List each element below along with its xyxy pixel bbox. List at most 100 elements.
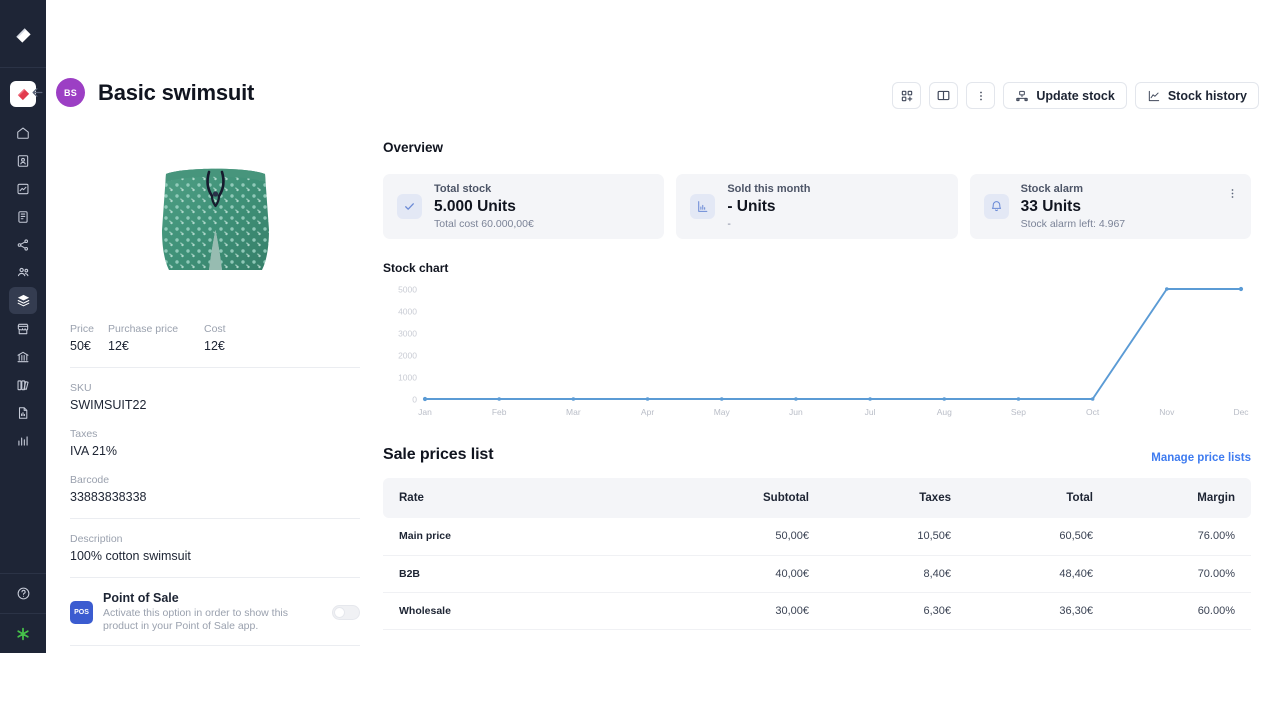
more-options-button[interactable] <box>966 82 996 109</box>
panel-toggle-button[interactable] <box>929 82 959 109</box>
pos-badge-label: POS <box>74 608 89 616</box>
holded-diamond-logo-icon[interactable] <box>0 12 46 58</box>
y-axis-tick: 0 <box>412 395 417 405</box>
sold-this-month-sub: - <box>727 218 731 230</box>
sidebar-item-pos[interactable] <box>9 315 37 342</box>
cell-subtotal: 40,00€ <box>683 555 825 593</box>
avatar: BS <box>56 78 85 107</box>
cost-field: Cost 12€ <box>204 321 226 355</box>
barcode-label: Barcode <box>70 474 110 486</box>
pos-texts: Point of Sale Activate this option in or… <box>103 591 322 633</box>
sidebar-item-invoices[interactable] <box>9 203 37 230</box>
page-header-actions: Update stock Stock history <box>892 82 1259 109</box>
sidebar-item-ledger[interactable] <box>9 371 37 398</box>
sold-this-month-card[interactable]: Sold this month - Units - <box>676 174 958 239</box>
chart-point[interactable] <box>422 396 428 402</box>
cell-rate: B2B <box>383 555 683 593</box>
sidebar-item-reports[interactable] <box>9 399 37 426</box>
x-axis-tick: Sep <box>1011 407 1026 417</box>
storefront-icon <box>17 323 29 334</box>
point-of-sale-row: POS Point of Sale Activate this option i… <box>70 578 360 633</box>
x-axis-tick: Aug <box>937 407 952 417</box>
x-axis-tick: Apr <box>641 407 654 417</box>
sale-prices-title: Sale prices list <box>383 446 494 463</box>
col-subtotal: Subtotal <box>683 478 825 518</box>
contacts-card-icon <box>17 154 29 167</box>
pos-badge-icon: POS <box>70 600 93 624</box>
stock-alarm-body: Stock alarm 33 Units Stock alarm left: 4… <box>1021 182 1125 231</box>
manage-price-lists-link[interactable]: Manage price lists <box>1151 452 1251 464</box>
chart-point[interactable] <box>794 397 798 401</box>
x-axis-tick: Nov <box>1159 407 1175 417</box>
table-row[interactable]: B2B 40,00€ 8,40€ 48,40€ 70.00% <box>383 555 1251 593</box>
stock-alarm-card[interactable]: Stock alarm 33 Units Stock alarm left: 4… <box>969 174 1251 239</box>
sidebar-item-team[interactable] <box>9 259 37 286</box>
bar-report-icon <box>690 194 716 219</box>
cell-total: 48,40€ <box>967 555 1109 593</box>
pos-toggle[interactable] <box>332 604 360 620</box>
sidebar-item-inventory[interactable] <box>9 287 37 314</box>
sidebar-item-sales[interactable] <box>9 175 37 202</box>
books-icon <box>17 379 29 390</box>
col-margin: Margin <box>1109 478 1251 518</box>
chart-point[interactable] <box>868 397 872 401</box>
chart-point[interactable] <box>645 397 650 401</box>
table-header-row: Rate Subtotal Taxes Total Margin <box>383 478 1251 518</box>
chart-point[interactable] <box>1238 286 1244 292</box>
barcode-field: Barcode 33883838338 <box>70 460 360 506</box>
sidebar-item-analytics[interactable] <box>9 427 37 454</box>
chart-point[interactable] <box>1016 397 1021 401</box>
page-header-left: BS Basic swimsuit <box>24 78 254 107</box>
update-stock-button[interactable]: Update stock <box>1003 82 1127 109</box>
description-field: Description 100% cotton swimsuit <box>70 519 360 565</box>
col-rate: Rate <box>383 478 683 518</box>
cell-taxes: 10,50€ <box>825 518 967 556</box>
sidebar-item-help[interactable] <box>0 574 46 613</box>
chart-point[interactable] <box>1165 287 1169 291</box>
sold-this-month-label: Sold this month <box>727 183 811 195</box>
stock-history-button[interactable]: Stock history <box>1134 82 1259 109</box>
stock-history-label: Stock history <box>1167 88 1247 103</box>
chart-point[interactable] <box>497 397 501 401</box>
stock-alarm-label: Stock alarm <box>1020 183 1084 195</box>
sidebar-item-home[interactable] <box>9 119 37 146</box>
sidebar-item-extensions[interactable] <box>0 614 46 653</box>
chart-point[interactable] <box>719 397 724 401</box>
chart-point[interactable] <box>942 397 947 401</box>
add-widget-button[interactable] <box>892 82 922 109</box>
stock-alarm-menu-button[interactable] <box>1226 187 1239 205</box>
sku-label: SKU <box>70 382 92 394</box>
pos-description: Activate this option in order to show th… <box>103 607 289 632</box>
table-header: Rate Subtotal Taxes Total Margin <box>383 478 1251 518</box>
cell-rate: Wholesale <box>383 592 683 630</box>
table-row[interactable]: Main price 50,00€ 10,50€ 60,50€ 76.00% <box>383 518 1251 556</box>
product-image <box>161 168 269 270</box>
pos-toggle-knob <box>334 606 345 618</box>
sidebar-item-contacts[interactable] <box>9 147 37 174</box>
sidebar-item-projects[interactable] <box>9 231 37 258</box>
table-row[interactable]: Wholesale 30,00€ 6,30€ 36,30€ 60.00% <box>383 592 1251 630</box>
product-info-panel: Price 50€ Purchase price 12€ Cost 12€ SK… <box>70 140 360 708</box>
y-axis-tick: 1000 <box>398 373 417 383</box>
stock-update-icon <box>1016 90 1029 101</box>
purchase-price-field: Purchase price 12€ <box>108 321 204 355</box>
sale-prices-header: Sale prices list Manage price lists <box>383 446 1251 464</box>
pos-title: Point of Sale <box>103 591 179 605</box>
cell-taxes: 8,40€ <box>825 555 967 593</box>
taxes-label: Taxes <box>70 428 98 440</box>
chart-point[interactable] <box>571 397 576 401</box>
sidebar-bottom-group <box>0 573 46 653</box>
green-asterisk-icon <box>17 627 29 640</box>
stock-chart: 0 1000 2000 3000 4000 5000 Jan Feb Mar Apr May Jun J… <box>383 283 1251 423</box>
sidebar-item-accounting[interactable] <box>9 343 37 370</box>
main-content: Overview Total stock 5.000 Units Total c… <box>383 140 1251 630</box>
sidebar-nav-list <box>9 119 37 454</box>
y-axis-tick: 5000 <box>398 285 417 295</box>
history-chart-icon <box>1148 90 1159 101</box>
x-axis-tick: May <box>714 407 731 417</box>
purchase-price-value: 12€ <box>108 339 129 353</box>
chart-point[interactable] <box>1090 397 1095 401</box>
total-stock-card[interactable]: Total stock 5.000 Units Total cost 60.00… <box>383 174 665 239</box>
x-axis-tick: Oct <box>1086 407 1100 417</box>
back-button[interactable] <box>24 80 50 106</box>
